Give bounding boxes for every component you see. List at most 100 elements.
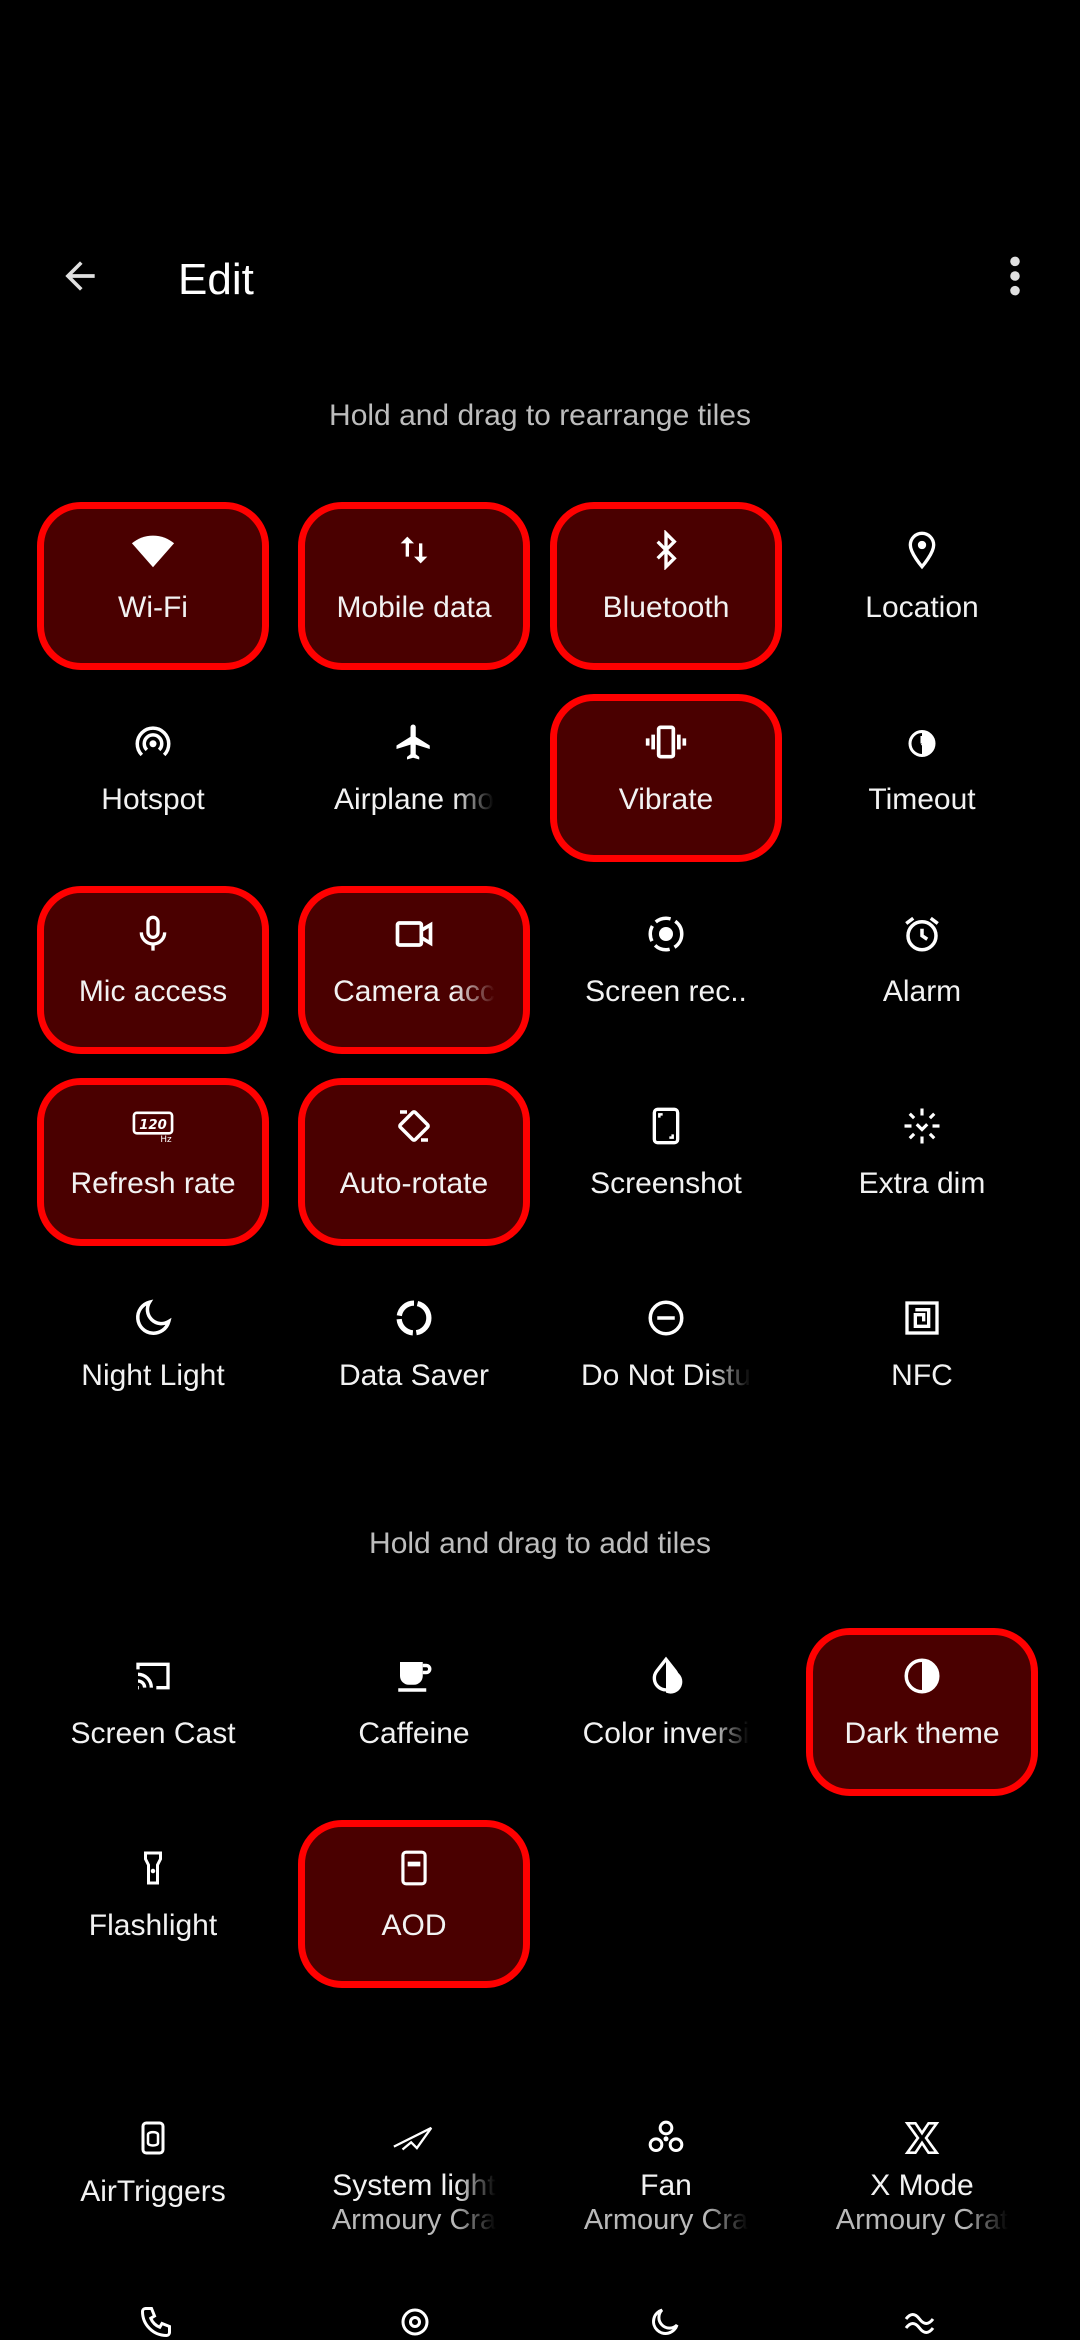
tile-label: Vibrate	[618, 783, 714, 816]
tile-mic-access[interactable]: Mic access	[37, 886, 269, 1054]
refresh-rate-icon: 120 Hz	[129, 1102, 177, 1150]
tile-label: Fan	[640, 2169, 692, 2202]
tile-data-saver[interactable]: Data Saver	[298, 1270, 530, 1438]
hotspot-icon	[129, 718, 177, 766]
arrow-back-icon	[58, 254, 102, 298]
flashlight-icon	[129, 1844, 177, 1892]
location-icon	[898, 526, 946, 574]
more-options-button[interactable]	[985, 240, 1045, 312]
timeout-icon	[898, 718, 946, 766]
tile-label: Refresh rate	[70, 1167, 236, 1200]
tile-flashlight[interactable]: Flashlight	[37, 1820, 269, 1988]
tile-label: Mic access	[78, 975, 228, 1008]
tile-aod[interactable]: AOD	[298, 1820, 530, 1988]
screen-record-icon	[642, 910, 690, 958]
tile-screenshot[interactable]: Screenshot	[550, 1078, 782, 1246]
tile-refresh-rate[interactable]: 120 Hz Refresh rate	[37, 1078, 269, 1246]
tile-camera-access[interactable]: Camera acc	[298, 886, 530, 1054]
mobile-data-icon	[390, 526, 438, 574]
tile-label: Mobile data	[336, 591, 492, 624]
tile-mobile-data[interactable]: Mobile data	[298, 502, 530, 670]
svg-text:Hz: Hz	[160, 1135, 172, 1144]
tile-label: X Mode	[870, 2169, 974, 2202]
data-saver-icon	[390, 1294, 438, 1342]
auto-rotate-icon	[390, 1102, 438, 1150]
tile-wifi[interactable]: Wi-Fi	[37, 502, 269, 670]
tile-label: Auto-rotate	[339, 1167, 489, 1200]
tile-label: Camera acc	[333, 975, 495, 1008]
sleep-icon	[645, 2304, 685, 2340]
aod-icon	[390, 1844, 438, 1892]
tile-alarm[interactable]: Alarm	[806, 886, 1038, 1054]
tile-caffeine[interactable]: Caffeine	[298, 1628, 530, 1796]
tile-color-inversion[interactable]: Color inversi	[550, 1628, 782, 1796]
more-vert-icon	[1008, 254, 1022, 298]
tile-label: Night Light	[81, 1359, 225, 1392]
tile-label: Flashlight	[88, 1909, 218, 1942]
screen-cast-icon	[129, 1652, 177, 1700]
mic-icon	[129, 910, 177, 958]
game-genie-icon	[395, 2304, 435, 2340]
x-mode-icon	[898, 2114, 946, 2162]
tile-label: AirTriggers	[80, 2175, 226, 2208]
rog-icon	[390, 2114, 438, 2162]
add-hint: Hold and drag to add tiles	[369, 1527, 711, 1560]
fan-icon	[642, 2114, 690, 2162]
tile-fan[interactable]: Fan Armoury Cra	[550, 2090, 782, 2258]
tile-label: Caffeine	[358, 1717, 470, 1750]
alarm-icon	[898, 910, 946, 958]
tile-night-light[interactable]: Night Light	[37, 1270, 269, 1438]
nfc-icon	[898, 1294, 946, 1342]
tile-label: Do Not Distu	[580, 1359, 752, 1392]
tile-location[interactable]: Location	[806, 502, 1038, 670]
tile-label: NFC	[891, 1359, 953, 1392]
tile-label: Timeout	[868, 783, 976, 816]
airplane-icon	[390, 718, 438, 766]
tile-hotspot[interactable]: Hotspot	[37, 694, 269, 862]
tile-airtriggers[interactable]: AirTriggers	[37, 2090, 269, 2258]
tile-label: Screen Cast	[70, 1717, 236, 1750]
tile-bluetooth[interactable]: Bluetooth	[550, 502, 782, 670]
tile-screen-record[interactable]: Screen rec..	[550, 886, 782, 1054]
tile-screen-cast[interactable]: Screen Cast	[37, 1628, 269, 1796]
extra-dim-icon	[898, 1102, 946, 1150]
tile-vibrate[interactable]: Vibrate	[550, 694, 782, 862]
wifi-icon	[129, 526, 177, 574]
wave-icon	[900, 2304, 942, 2340]
tile-dark-theme[interactable]: Dark theme	[806, 1628, 1038, 1796]
tile-extra-dim[interactable]: Extra dim	[806, 1078, 1038, 1246]
app-bar	[0, 213, 1080, 343]
tile-label: Extra dim	[858, 1167, 986, 1200]
phone-icon	[138, 2304, 174, 2340]
tile-system-light[interactable]: System light Armoury Cra	[298, 2090, 530, 2258]
bluetooth-icon	[642, 526, 690, 574]
tile-label: Color inversi	[582, 1717, 750, 1750]
tile-label: Hotspot	[101, 783, 205, 816]
svg-text:120: 120	[139, 1118, 167, 1133]
tile-sublabel: Armoury Crat	[835, 2204, 1009, 2236]
tile-label: Wi-Fi	[118, 591, 188, 624]
tile-label: Airplane mo	[333, 783, 495, 816]
rearrange-hint: Hold and drag to rearrange tiles	[329, 399, 751, 432]
tile-label: Bluetooth	[602, 591, 730, 624]
tile-timeout[interactable]: Timeout	[806, 694, 1038, 862]
do-not-disturb-icon	[642, 1294, 690, 1342]
tile-airplane-mode[interactable]: Airplane mo	[298, 694, 530, 862]
tile-sublabel: Armoury Cra	[331, 2204, 497, 2236]
tile-auto-rotate[interactable]: Auto-rotate	[298, 1078, 530, 1246]
tile-x-mode[interactable]: X Mode Armoury Crat	[806, 2090, 1038, 2258]
airtriggers-icon	[129, 2114, 177, 2162]
tile-do-not-disturb[interactable]: Do Not Distu	[550, 1270, 782, 1438]
screenshot-icon	[642, 1102, 690, 1150]
tile-label: Data Saver	[338, 1359, 490, 1392]
tile-label: Dark theme	[844, 1717, 1000, 1750]
tile-sublabel: Armoury Cra	[583, 2204, 749, 2236]
tile-label: Screen rec..	[585, 975, 747, 1008]
dark-theme-icon	[898, 1652, 946, 1700]
night-light-icon	[129, 1294, 177, 1342]
back-button[interactable]	[44, 240, 116, 312]
camera-icon	[390, 910, 438, 958]
caffeine-icon	[390, 1652, 438, 1700]
tile-label: Location	[865, 591, 979, 624]
tile-nfc[interactable]: NFC	[806, 1270, 1038, 1438]
